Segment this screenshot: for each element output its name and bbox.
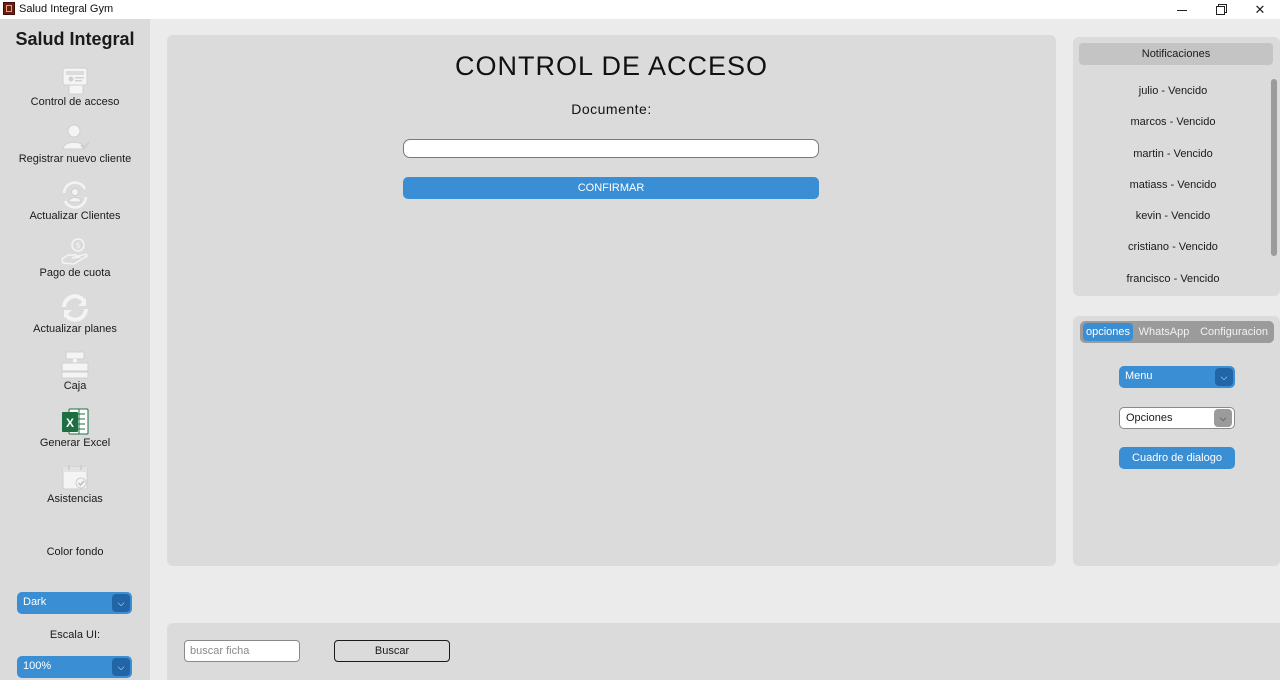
tab-opciones[interactable]: opciones: [1083, 323, 1133, 341]
menu-value: Menu: [1125, 370, 1153, 382]
options-panel: opciones WhatsApp Configuracion Menu ⌵ O…: [1073, 316, 1280, 566]
add-user-icon: [60, 123, 90, 153]
notifications-header: Notificaciones: [1079, 43, 1273, 65]
sidebar-item-label: Generar Excel: [39, 437, 111, 449]
close-icon: ✕: [1254, 2, 1266, 17]
user-refresh-icon: [60, 180, 90, 210]
sidebar-item-label: Actualizar Clientes: [29, 210, 121, 222]
opciones-select[interactable]: Opciones ⌵: [1119, 407, 1235, 429]
notification-item: cristiano - Vencido: [1128, 241, 1218, 253]
color-fondo-label: Color fondo: [46, 546, 104, 558]
opciones-value: Opciones: [1126, 412, 1173, 424]
svg-text:$: $: [75, 241, 80, 250]
svg-text:X: X: [66, 416, 74, 430]
sidebar-item-label: Pago de cuota: [39, 267, 111, 279]
notification-item: martin - Vencido: [1133, 148, 1213, 160]
sidebar-item-label: Control de acceso: [30, 96, 120, 108]
maximize-button[interactable]: [1201, 0, 1239, 19]
sidebar-item-control-acceso[interactable]: Control de acceso: [0, 66, 150, 118]
access-control-panel: CONTROL DE ACCESO Documente: CONFIRMAR: [167, 35, 1056, 566]
minimize-button[interactable]: [1163, 0, 1201, 19]
refresh-icon: [60, 293, 90, 323]
color-fondo-value: Dark: [23, 596, 47, 608]
notification-item: kevin - Vencido: [1135, 210, 1211, 222]
restore-icon: [1215, 6, 1225, 16]
escala-ui-value: 100%: [23, 660, 52, 672]
excel-icon: X: [60, 407, 90, 437]
search-button[interactable]: Buscar: [334, 640, 450, 662]
tab-whatsapp[interactable]: WhatsApp: [1136, 323, 1192, 341]
sidebar-item-actualizar-clientes[interactable]: Actualizar Clientes: [0, 180, 150, 232]
options-tabview: opciones WhatsApp Configuracion: [1080, 321, 1274, 343]
notification-item: marcos - Vencido: [1130, 116, 1216, 128]
app-icon: [3, 2, 15, 15]
sidebar-item-label: Caja: [63, 380, 87, 392]
notification-item: julio - Vencido: [1138, 85, 1208, 97]
chevron-down-icon: ⌵: [112, 594, 130, 612]
sidebar-item-generar-excel[interactable]: X Generar Excel: [0, 407, 150, 459]
document-input[interactable]: [403, 139, 819, 158]
sidebar-item-actualizar-planes[interactable]: Actualizar planes: [0, 293, 150, 345]
window-title: Salud Integral Gym: [19, 3, 114, 15]
escala-ui-label: Escala UI:: [49, 629, 101, 641]
search-input[interactable]: [184, 640, 300, 662]
sidebar: Salud Integral Control de acceso Registr…: [0, 19, 150, 680]
chevron-down-icon: ⌵: [1214, 409, 1232, 427]
menu-select[interactable]: Menu ⌵: [1119, 366, 1235, 388]
escala-ui-select[interactable]: 100% ⌵: [17, 656, 132, 678]
document-label: Documente:: [571, 101, 652, 117]
tab-configuracion[interactable]: Configuracion: [1196, 323, 1272, 341]
notification-item: francisco - Vencido: [1126, 273, 1220, 285]
close-button[interactable]: ✕: [1241, 0, 1279, 19]
calendar-check-icon: [60, 463, 90, 493]
payment-icon: $: [60, 237, 90, 267]
notifications-panel: Notificaciones julio - Vencido marcos - …: [1073, 37, 1280, 296]
sidebar-item-label: Actualizar planes: [33, 323, 117, 335]
brand-title: Salud Integral: [15, 29, 135, 49]
chevron-down-icon: ⌵: [1215, 368, 1233, 386]
page-title: CONTROL DE ACCESO: [454, 51, 769, 81]
dialog-button[interactable]: Cuadro de dialogo: [1119, 447, 1235, 469]
title-bar: Salud Integral Gym ✕: [0, 0, 1280, 19]
bottom-bar: Buscar: [167, 623, 1280, 680]
sidebar-item-asistencias[interactable]: Asistencias: [0, 463, 150, 515]
sidebar-item-pago-cuota[interactable]: $ Pago de cuota: [0, 237, 150, 289]
sidebar-item-registrar-cliente[interactable]: Registrar nuevo cliente: [0, 123, 150, 175]
sidebar-item-label: Asistencias: [47, 493, 103, 505]
minimize-icon: [1177, 10, 1187, 12]
access-control-icon: [60, 66, 90, 96]
color-fondo-select[interactable]: Dark ⌵: [17, 592, 132, 614]
sidebar-item-caja[interactable]: Caja: [0, 350, 150, 402]
notification-item: matiass - Vencido: [1129, 179, 1217, 191]
chevron-down-icon: ⌵: [112, 658, 130, 676]
confirm-button[interactable]: CONFIRMAR: [403, 177, 819, 199]
notifications-scrollbar[interactable]: [1271, 79, 1277, 256]
sidebar-item-label: Registrar nuevo cliente: [18, 153, 132, 165]
cash-register-icon: [60, 350, 90, 380]
